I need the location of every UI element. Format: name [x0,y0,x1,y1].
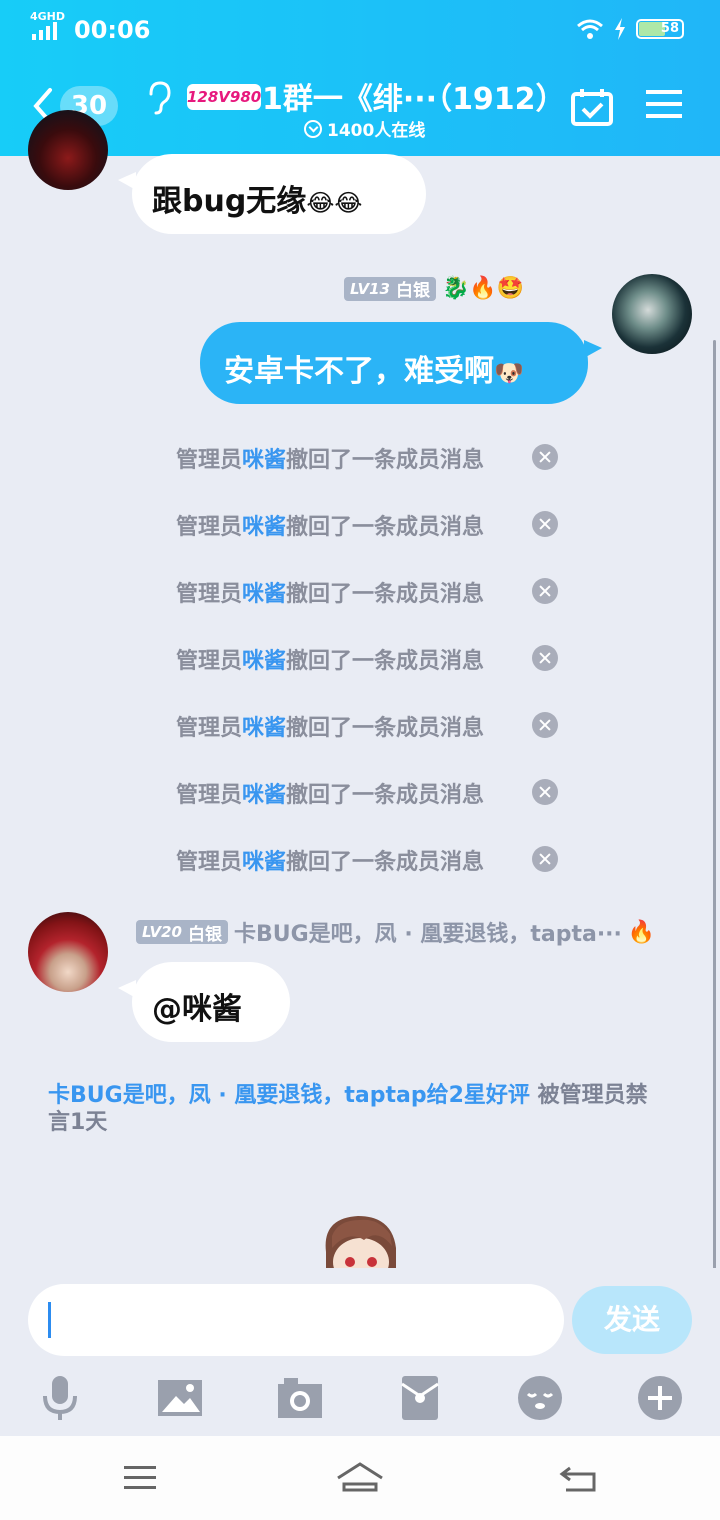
online-count: 1400人在线 [327,121,426,141]
network-type: 4GHD [30,10,66,23]
close-icon[interactable] [532,645,558,671]
scrollbar[interactable] [713,340,716,1270]
admin-name[interactable]: 咪酱 [242,777,286,809]
sender-nickname[interactable]: 卡BUG是吧，凤 · 凰要退钱，tapta··· [234,916,622,948]
microphone-icon[interactable] [36,1374,84,1422]
send-button[interactable]: 发送 [572,1286,692,1354]
wifi-icon [577,19,603,39]
level-badge: LV13 白银 [344,276,436,301]
my-avatar[interactable] [612,274,692,354]
recall-notice: 管理员 咪酱 撤回了一条成员消息 [176,572,576,612]
clock: 00:06 [74,16,151,44]
recall-notice: 管理员 咪酱 撤回了一条成员消息 [176,706,576,746]
admin-name[interactable]: 咪酱 [242,509,286,541]
status-bar: 4GHD 00:06 58 [30,10,684,46]
close-icon[interactable] [532,511,558,537]
online-status[interactable]: 1400人在线 [304,116,425,141]
text-caret [48,1302,51,1338]
home-icon[interactable] [336,1460,384,1496]
doge-emoji: 🐶 [494,359,524,387]
emoji-icon[interactable] [516,1374,564,1422]
badge-icons: 🐉🔥🤩 [441,276,525,301]
recent-apps-icon[interactable] [116,1460,164,1496]
admin-name[interactable]: 咪酱 [242,643,286,675]
menu-icon[interactable] [646,88,682,120]
recall-notice: 管理员 咪酱 撤回了一条成员消息 [176,639,576,679]
admin-name[interactable]: 咪酱 [242,442,286,474]
sender-meta: LV20 白银 卡BUG是吧，凤 · 凰要退钱，tapta··· 🔥 [136,916,655,948]
admin-name[interactable]: 咪酱 [242,710,286,742]
group-title[interactable]: 1群一《绯···（1912） [262,74,566,118]
system-navigation-bar [0,1436,720,1520]
level-badge: LV20 白银 [136,920,228,945]
admin-name[interactable]: 咪酱 [242,844,286,876]
chevron-down-icon [304,119,322,138]
my-message-bubble[interactable]: 安卓卡不了，难受啊🐶 [200,322,602,404]
close-icon[interactable] [532,444,558,470]
avatar[interactable] [28,912,108,992]
group-logo: 128V980 [187,84,261,110]
close-icon[interactable] [532,846,558,872]
red-packet-icon[interactable] [396,1374,444,1422]
message-bubble[interactable]: @咪酱 [118,962,290,1042]
avatar[interactable] [28,110,108,190]
recall-notice: 管理员 咪酱 撤回了一条成员消息 [176,438,576,478]
muted-user-name[interactable]: 卡BUG是吧，凤 · 凰要退钱，taptap给2星好评 [48,1083,530,1108]
message-input[interactable] [28,1284,564,1356]
recall-notice: 管理员 咪酱 撤回了一条成员消息 [176,505,576,545]
image-icon[interactable] [156,1374,204,1422]
close-icon[interactable] [532,712,558,738]
plus-icon[interactable] [636,1374,684,1422]
close-icon[interactable] [532,779,558,805]
charging-icon [615,18,625,40]
recall-notice: 管理员 咪酱 撤回了一条成员消息 [176,840,576,880]
ear-icon[interactable] [145,80,173,116]
camera-icon[interactable] [276,1374,324,1422]
back-icon[interactable] [556,1460,604,1496]
chat-header: 4GHD 00:06 58 30 128V980 1群一《绯···（1912） … [0,0,720,156]
battery-indicator: 58 [636,19,684,39]
calendar-check-icon[interactable] [571,88,613,126]
laughing-emoji: 😂😂 [306,189,363,217]
admin-name[interactable]: 咪酱 [242,576,286,608]
message-bubble[interactable]: 跟bug无缘😂😂 [118,154,426,234]
recall-notice: 管理员 咪酱 撤回了一条成员消息 [176,773,576,813]
sender-meta: LV13 白银 🐉🔥🤩 [344,276,524,301]
fire-icon: 🔥 [627,919,656,945]
input-bar: 发送 [0,1268,720,1436]
close-icon[interactable] [532,578,558,604]
mute-notice: 卡BUG是吧，凤 · 凰要退钱，taptap给2星好评 被管理员禁言1天 [48,1083,648,1135]
